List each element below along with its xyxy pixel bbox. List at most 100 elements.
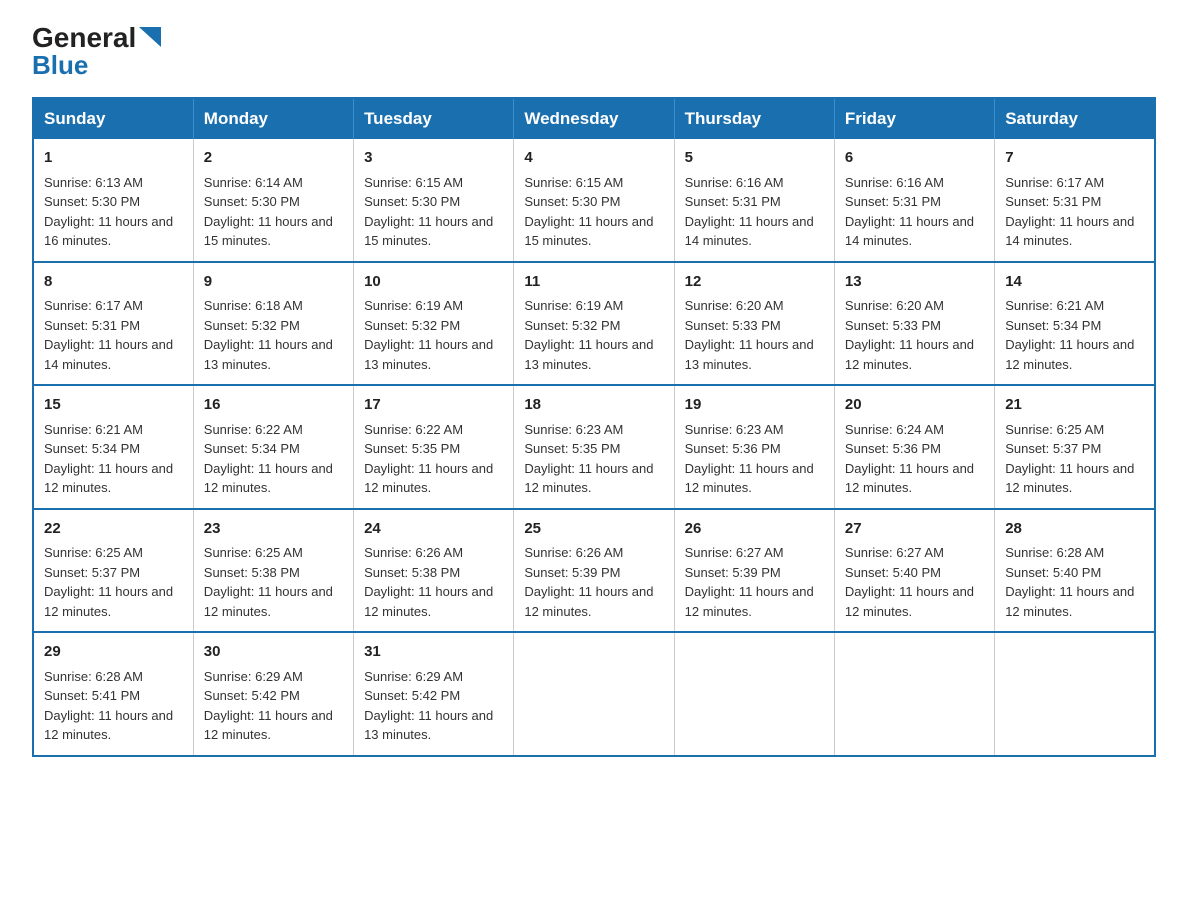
page-header: General Blue	[32, 24, 1156, 81]
day-number: 29	[44, 641, 183, 664]
day-number: 12	[685, 271, 824, 294]
day-number: 17	[364, 394, 503, 417]
calendar-week-row: 15 Sunrise: 6:21 AMSunset: 5:34 PMDaylig…	[33, 385, 1155, 509]
day-info: Sunrise: 6:28 AMSunset: 5:41 PMDaylight:…	[44, 669, 173, 743]
calendar-cell: 16 Sunrise: 6:22 AMSunset: 5:34 PMDaylig…	[193, 385, 353, 509]
day-number: 21	[1005, 394, 1144, 417]
calendar-cell: 11 Sunrise: 6:19 AMSunset: 5:32 PMDaylig…	[514, 262, 674, 386]
day-info: Sunrise: 6:20 AMSunset: 5:33 PMDaylight:…	[685, 298, 814, 372]
calendar-cell: 2 Sunrise: 6:14 AMSunset: 5:30 PMDayligh…	[193, 139, 353, 262]
day-number: 26	[685, 518, 824, 541]
day-info: Sunrise: 6:29 AMSunset: 5:42 PMDaylight:…	[364, 669, 493, 743]
day-info: Sunrise: 6:22 AMSunset: 5:35 PMDaylight:…	[364, 422, 493, 496]
day-info: Sunrise: 6:16 AMSunset: 5:31 PMDaylight:…	[685, 175, 814, 249]
calendar-cell: 20 Sunrise: 6:24 AMSunset: 5:36 PMDaylig…	[834, 385, 994, 509]
column-header-thursday: Thursday	[674, 98, 834, 139]
day-info: Sunrise: 6:29 AMSunset: 5:42 PMDaylight:…	[204, 669, 333, 743]
calendar-cell: 27 Sunrise: 6:27 AMSunset: 5:40 PMDaylig…	[834, 509, 994, 633]
calendar-cell: 6 Sunrise: 6:16 AMSunset: 5:31 PMDayligh…	[834, 139, 994, 262]
calendar-cell: 25 Sunrise: 6:26 AMSunset: 5:39 PMDaylig…	[514, 509, 674, 633]
calendar-cell: 30 Sunrise: 6:29 AMSunset: 5:42 PMDaylig…	[193, 632, 353, 756]
day-info: Sunrise: 6:15 AMSunset: 5:30 PMDaylight:…	[524, 175, 653, 249]
day-info: Sunrise: 6:28 AMSunset: 5:40 PMDaylight:…	[1005, 545, 1134, 619]
day-number: 6	[845, 147, 984, 170]
calendar-cell: 28 Sunrise: 6:28 AMSunset: 5:40 PMDaylig…	[995, 509, 1155, 633]
day-info: Sunrise: 6:18 AMSunset: 5:32 PMDaylight:…	[204, 298, 333, 372]
calendar-cell: 24 Sunrise: 6:26 AMSunset: 5:38 PMDaylig…	[354, 509, 514, 633]
calendar-cell	[674, 632, 834, 756]
calendar-cell: 10 Sunrise: 6:19 AMSunset: 5:32 PMDaylig…	[354, 262, 514, 386]
calendar-week-row: 29 Sunrise: 6:28 AMSunset: 5:41 PMDaylig…	[33, 632, 1155, 756]
day-info: Sunrise: 6:15 AMSunset: 5:30 PMDaylight:…	[364, 175, 493, 249]
day-number: 11	[524, 271, 663, 294]
day-number: 1	[44, 147, 183, 170]
day-info: Sunrise: 6:25 AMSunset: 5:38 PMDaylight:…	[204, 545, 333, 619]
day-number: 4	[524, 147, 663, 170]
calendar-cell: 23 Sunrise: 6:25 AMSunset: 5:38 PMDaylig…	[193, 509, 353, 633]
day-info: Sunrise: 6:23 AMSunset: 5:35 PMDaylight:…	[524, 422, 653, 496]
day-info: Sunrise: 6:17 AMSunset: 5:31 PMDaylight:…	[1005, 175, 1134, 249]
day-info: Sunrise: 6:17 AMSunset: 5:31 PMDaylight:…	[44, 298, 173, 372]
day-info: Sunrise: 6:19 AMSunset: 5:32 PMDaylight:…	[364, 298, 493, 372]
day-info: Sunrise: 6:27 AMSunset: 5:39 PMDaylight:…	[685, 545, 814, 619]
day-number: 16	[204, 394, 343, 417]
day-number: 24	[364, 518, 503, 541]
day-number: 2	[204, 147, 343, 170]
calendar-cell: 15 Sunrise: 6:21 AMSunset: 5:34 PMDaylig…	[33, 385, 193, 509]
calendar-cell: 7 Sunrise: 6:17 AMSunset: 5:31 PMDayligh…	[995, 139, 1155, 262]
calendar-cell: 21 Sunrise: 6:25 AMSunset: 5:37 PMDaylig…	[995, 385, 1155, 509]
day-info: Sunrise: 6:19 AMSunset: 5:32 PMDaylight:…	[524, 298, 653, 372]
day-number: 31	[364, 641, 503, 664]
calendar-week-row: 1 Sunrise: 6:13 AMSunset: 5:30 PMDayligh…	[33, 139, 1155, 262]
calendar-header-row: SundayMondayTuesdayWednesdayThursdayFrid…	[33, 98, 1155, 139]
day-number: 7	[1005, 147, 1144, 170]
calendar-cell	[514, 632, 674, 756]
day-number: 13	[845, 271, 984, 294]
logo: General Blue	[32, 24, 161, 81]
calendar-table: SundayMondayTuesdayWednesdayThursdayFrid…	[32, 97, 1156, 757]
calendar-cell	[995, 632, 1155, 756]
day-info: Sunrise: 6:25 AMSunset: 5:37 PMDaylight:…	[1005, 422, 1134, 496]
calendar-cell: 14 Sunrise: 6:21 AMSunset: 5:34 PMDaylig…	[995, 262, 1155, 386]
day-info: Sunrise: 6:22 AMSunset: 5:34 PMDaylight:…	[204, 422, 333, 496]
calendar-week-row: 22 Sunrise: 6:25 AMSunset: 5:37 PMDaylig…	[33, 509, 1155, 633]
day-number: 23	[204, 518, 343, 541]
calendar-cell: 17 Sunrise: 6:22 AMSunset: 5:35 PMDaylig…	[354, 385, 514, 509]
day-info: Sunrise: 6:25 AMSunset: 5:37 PMDaylight:…	[44, 545, 173, 619]
calendar-cell: 9 Sunrise: 6:18 AMSunset: 5:32 PMDayligh…	[193, 262, 353, 386]
day-info: Sunrise: 6:21 AMSunset: 5:34 PMDaylight:…	[44, 422, 173, 496]
calendar-cell: 26 Sunrise: 6:27 AMSunset: 5:39 PMDaylig…	[674, 509, 834, 633]
day-number: 18	[524, 394, 663, 417]
calendar-cell	[834, 632, 994, 756]
day-info: Sunrise: 6:20 AMSunset: 5:33 PMDaylight:…	[845, 298, 974, 372]
day-number: 20	[845, 394, 984, 417]
calendar-week-row: 8 Sunrise: 6:17 AMSunset: 5:31 PMDayligh…	[33, 262, 1155, 386]
calendar-cell: 3 Sunrise: 6:15 AMSunset: 5:30 PMDayligh…	[354, 139, 514, 262]
day-number: 28	[1005, 518, 1144, 541]
day-number: 15	[44, 394, 183, 417]
calendar-cell: 1 Sunrise: 6:13 AMSunset: 5:30 PMDayligh…	[33, 139, 193, 262]
calendar-cell: 5 Sunrise: 6:16 AMSunset: 5:31 PMDayligh…	[674, 139, 834, 262]
logo-blue: Blue	[32, 50, 88, 81]
calendar-cell: 29 Sunrise: 6:28 AMSunset: 5:41 PMDaylig…	[33, 632, 193, 756]
day-number: 8	[44, 271, 183, 294]
logo-general: General	[32, 24, 136, 52]
calendar-cell: 4 Sunrise: 6:15 AMSunset: 5:30 PMDayligh…	[514, 139, 674, 262]
day-info: Sunrise: 6:13 AMSunset: 5:30 PMDaylight:…	[44, 175, 173, 249]
day-info: Sunrise: 6:23 AMSunset: 5:36 PMDaylight:…	[685, 422, 814, 496]
column-header-saturday: Saturday	[995, 98, 1155, 139]
day-number: 10	[364, 271, 503, 294]
day-info: Sunrise: 6:21 AMSunset: 5:34 PMDaylight:…	[1005, 298, 1134, 372]
day-number: 30	[204, 641, 343, 664]
day-info: Sunrise: 6:26 AMSunset: 5:39 PMDaylight:…	[524, 545, 653, 619]
day-info: Sunrise: 6:26 AMSunset: 5:38 PMDaylight:…	[364, 545, 493, 619]
day-info: Sunrise: 6:16 AMSunset: 5:31 PMDaylight:…	[845, 175, 974, 249]
day-number: 22	[44, 518, 183, 541]
column-header-sunday: Sunday	[33, 98, 193, 139]
day-number: 9	[204, 271, 343, 294]
day-number: 27	[845, 518, 984, 541]
day-number: 5	[685, 147, 824, 170]
day-info: Sunrise: 6:14 AMSunset: 5:30 PMDaylight:…	[204, 175, 333, 249]
logo-triangle-icon	[139, 27, 161, 47]
day-number: 3	[364, 147, 503, 170]
